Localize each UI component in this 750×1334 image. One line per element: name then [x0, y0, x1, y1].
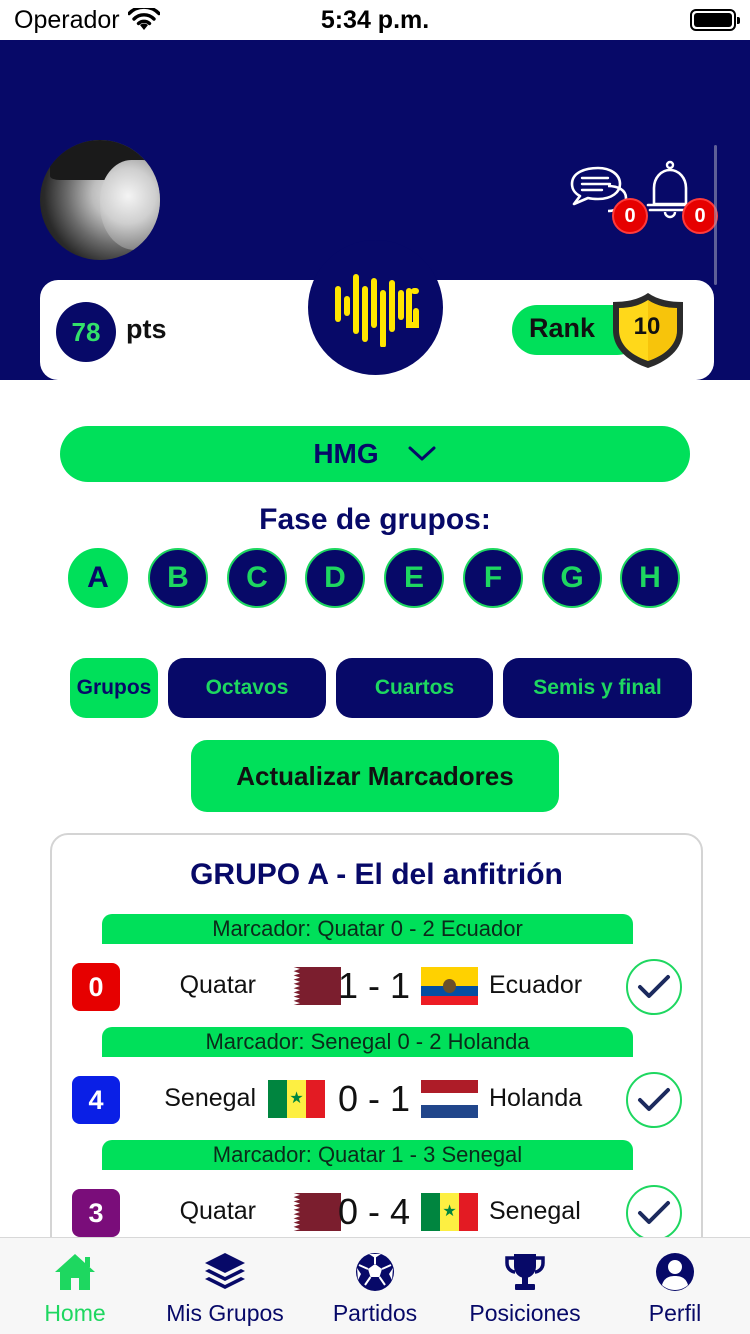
- tab-octavos[interactable]: Octavos: [168, 658, 326, 718]
- match-result-bar: Marcador: Quatar 1 - 3 Senegal: [102, 1140, 633, 1170]
- tab-partidos[interactable]: Partidos: [320, 1238, 430, 1334]
- rank-value: 10: [633, 313, 661, 340]
- tab-grupos[interactable]: Grupos: [70, 658, 158, 718]
- netherlands-flag-icon: [421, 1080, 478, 1118]
- update-scores-button[interactable]: Actualizar Marcadores: [191, 740, 559, 812]
- tab-posiciones[interactable]: Posiciones: [458, 1238, 592, 1334]
- group-button-f[interactable]: F: [463, 548, 523, 608]
- group-title: GRUPO A - El del anfitrión: [190, 858, 563, 891]
- match-score-prediction[interactable]: 0 - 1: [327, 1078, 421, 1120]
- app-logo: [308, 240, 443, 375]
- group-button-a[interactable]: A: [68, 548, 128, 608]
- soccer-ball-icon: [356, 1253, 394, 1291]
- match-score-prediction[interactable]: 0 - 4: [327, 1191, 421, 1233]
- chevron-down-icon: [408, 446, 436, 461]
- group-button-d[interactable]: D: [305, 548, 365, 608]
- senegal-flag-icon: ★: [421, 1193, 478, 1231]
- check-icon: [638, 975, 670, 998]
- confirm-check-button[interactable]: [626, 1072, 682, 1128]
- layers-icon: [205, 1253, 245, 1289]
- app-screen: Operador 5:34 p.m. 0 0 78 pts Rank 10 HM…: [0, 0, 750, 1334]
- phase-title: Fase de grupos:: [259, 503, 491, 536]
- check-icon: [638, 1088, 670, 1111]
- group-selector: A B C D E F G H: [68, 548, 688, 610]
- group-button-h[interactable]: H: [620, 548, 680, 608]
- away-team-name: Ecuador: [489, 971, 583, 999]
- group-button-b[interactable]: B: [148, 548, 208, 608]
- tab-perfil[interactable]: Perfil: [620, 1238, 730, 1334]
- tab-mis-grupos[interactable]: Mis Grupos: [158, 1238, 292, 1334]
- battery-icon: [690, 9, 740, 31]
- group-button-c[interactable]: C: [227, 548, 287, 608]
- clock: 5:34 p.m.: [320, 6, 430, 34]
- confirm-check-button[interactable]: [626, 959, 682, 1015]
- ecuador-flag-icon: [421, 967, 478, 1005]
- match-result-bar: Marcador: Quatar 0 - 2 Ecuador: [102, 914, 633, 944]
- league-selector[interactable]: HMG: [60, 426, 690, 482]
- bottom-tab-bar: Home Mis Grupos Partidos Posiciones Perf…: [0, 1237, 750, 1334]
- check-icon: [638, 1201, 670, 1224]
- tab-label: Home: [44, 1300, 106, 1326]
- tab-home[interactable]: Home: [20, 1238, 130, 1334]
- scroll-indicator: [714, 145, 717, 285]
- senegal-flag-icon: ★: [268, 1080, 325, 1118]
- match-result-bar: Marcador: Senegal 0 - 2 Holanda: [102, 1027, 633, 1057]
- home-team-name: Quatar: [179, 1197, 256, 1225]
- status-bar: Operador 5:34 p.m.: [0, 0, 750, 40]
- user-circle-icon: [656, 1253, 694, 1291]
- home-team-name: Senegal: [164, 1084, 256, 1112]
- away-team-name: Senegal: [489, 1197, 581, 1225]
- group-button-e[interactable]: E: [384, 548, 444, 608]
- tab-label: Posiciones: [469, 1300, 581, 1326]
- trophy-icon: [505, 1254, 545, 1290]
- tab-semis-y-final[interactable]: Semis y final: [503, 658, 692, 718]
- notifications-count-badge: 0: [682, 198, 718, 234]
- confirm-check-button[interactable]: [626, 1185, 682, 1241]
- points-label: pts: [126, 314, 167, 344]
- tab-label: Perfil: [648, 1300, 702, 1326]
- match-score-prediction[interactable]: 1 - 1: [327, 965, 421, 1007]
- tab-cuartos[interactable]: Cuartos: [336, 658, 493, 718]
- group-button-g[interactable]: G: [542, 548, 602, 608]
- points-value: 78: [56, 302, 116, 362]
- home-icon: [55, 1254, 95, 1290]
- rank-label: Rank: [529, 313, 596, 343]
- away-team-name: Holanda: [489, 1084, 583, 1112]
- tab-label: Mis Grupos: [166, 1300, 284, 1326]
- avatar[interactable]: [40, 140, 160, 260]
- home-team-name: Quatar: [179, 971, 256, 999]
- league-selector-label: HMG: [313, 438, 379, 469]
- hmg-logo-icon: [334, 273, 419, 347]
- tab-label: Partidos: [332, 1300, 418, 1326]
